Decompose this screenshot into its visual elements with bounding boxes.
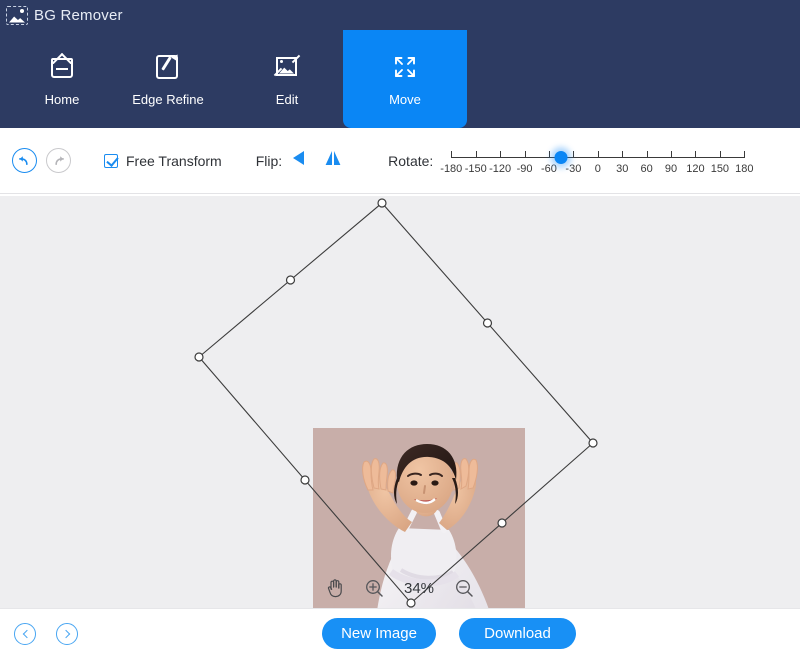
handle-top[interactable] xyxy=(377,198,387,208)
transform-toolbar: Free Transform Flip: Rotate: -180 -150 -12… xyxy=(0,128,800,194)
image-canvas[interactable] xyxy=(0,196,800,608)
rotate-tick-label: -30 xyxy=(565,162,582,175)
zoom-out-icon[interactable] xyxy=(454,578,474,598)
rotate-tick-label: 180 xyxy=(735,162,754,175)
tab-move-label: Move xyxy=(389,91,421,107)
rotate-tick xyxy=(719,150,721,158)
redo-arrow-icon xyxy=(55,156,64,166)
download-button[interactable]: Download xyxy=(459,618,576,649)
free-transform-checkbox[interactable] xyxy=(104,153,118,168)
handle-top-right[interactable] xyxy=(482,318,493,328)
rotate-tick-label: -90 xyxy=(516,162,533,175)
rotate-tick xyxy=(671,150,673,158)
tab-edge-refine[interactable]: Edge Refine xyxy=(106,30,230,128)
rotate-slider-handle[interactable] xyxy=(554,150,568,164)
flip-vertical-icon xyxy=(325,151,341,165)
rotate-tick xyxy=(646,150,648,158)
rotate-label: Rotate: xyxy=(388,152,434,169)
rotate-tick-label: 0 xyxy=(594,162,601,175)
tab-home-label: Home xyxy=(44,91,80,107)
handle-top-left[interactable] xyxy=(285,275,296,285)
tab-edge-refine-label: Edge Refine xyxy=(132,91,204,107)
main-tab-bar: Home Edge Refine Edit Move xyxy=(0,30,800,128)
edit-image-icon xyxy=(272,52,302,82)
edge-refine-icon xyxy=(153,51,183,82)
chevron-right-icon xyxy=(61,629,70,639)
redo-button[interactable] xyxy=(46,148,71,173)
rotate-tick-label: 150 xyxy=(710,162,730,175)
rotate-tick xyxy=(451,150,453,158)
bottom-action-bar: New Image Download xyxy=(0,608,800,657)
zoom-level-label: 34% xyxy=(403,579,435,597)
rotate-tick xyxy=(548,150,550,158)
rotate-tick-label: -60 xyxy=(541,162,557,175)
chevron-left-icon xyxy=(22,629,31,639)
app-window: BG Remover Home Edge Refine Edit Move Fr… xyxy=(0,0,800,657)
zoom-in-icon[interactable] xyxy=(364,578,384,598)
move-arrows-icon xyxy=(390,52,420,82)
rotate-tick-label: -120 xyxy=(489,162,512,175)
undo-arrow-icon xyxy=(19,156,28,166)
tab-edit[interactable]: Edit xyxy=(225,30,349,128)
rotate-tick xyxy=(573,150,575,158)
rotate-tick-label: 120 xyxy=(686,162,705,175)
handle-right[interactable] xyxy=(588,438,598,448)
undo-button[interactable] xyxy=(12,148,37,173)
tab-edit-label: Edit xyxy=(275,91,299,107)
rotate-tick xyxy=(695,150,697,158)
handle-left[interactable] xyxy=(194,352,204,362)
zoom-toolbar: 34% xyxy=(0,568,800,608)
free-transform-toggle[interactable]: Free Transform xyxy=(104,153,222,169)
rotate-tick xyxy=(622,150,624,158)
next-image-button[interactable] xyxy=(56,623,78,645)
prev-image-button[interactable] xyxy=(14,623,36,645)
free-transform-label: Free Transform xyxy=(126,152,222,169)
flip-vertical-button[interactable] xyxy=(322,149,344,172)
flip-horizontal-button[interactable] xyxy=(292,149,314,172)
rotate-tick xyxy=(500,150,502,158)
flip-horizontal-icon xyxy=(293,151,305,165)
home-icon xyxy=(47,52,77,82)
rotate-tick-label: 90 xyxy=(664,162,678,175)
rotate-tick-label: 30 xyxy=(616,162,629,175)
app-title: BG Remover xyxy=(34,6,123,24)
hand-tool-icon[interactable] xyxy=(326,578,344,598)
flip-label: Flip: xyxy=(255,152,283,169)
rotate-tick xyxy=(597,150,599,158)
rotate-tick-label: -180 xyxy=(440,162,463,175)
tab-move[interactable]: Move xyxy=(343,30,467,128)
handle-bottom-left[interactable] xyxy=(300,475,310,485)
title-bar: BG Remover xyxy=(0,0,800,30)
rotate-tick-label: 60 xyxy=(640,162,653,175)
rotate-tick xyxy=(475,150,477,158)
rotate-slider[interactable]: -180 -150 -120 -90 -60 -30 0 30 60 90 120 150 180 xyxy=(440,141,753,181)
new-image-button[interactable]: New Image xyxy=(322,618,436,649)
image-dashed-icon xyxy=(6,5,28,25)
rotate-tick xyxy=(524,150,526,158)
rotate-tick-label: -150 xyxy=(464,162,487,175)
rotate-tick xyxy=(744,150,746,158)
